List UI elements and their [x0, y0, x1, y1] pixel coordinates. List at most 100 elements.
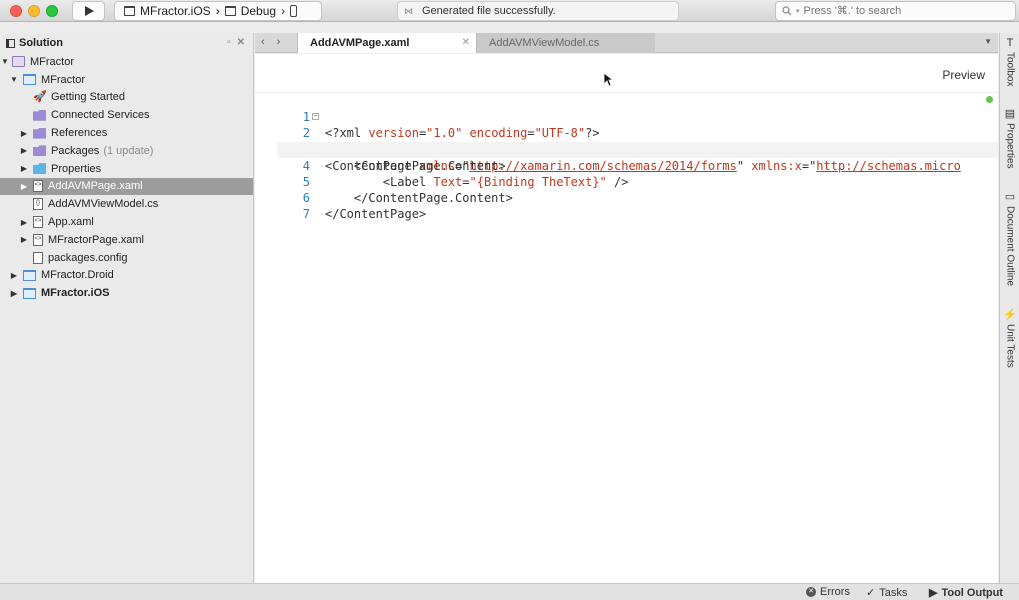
- code-line: 7: [277, 190, 998, 221]
- unit-tests-pad-button[interactable]: ⚡ Unit Tests: [1000, 309, 1019, 368]
- status-message: Generated file successfully.: [422, 5, 556, 17]
- tab-addavmviewmodel[interactable]: AddAVMViewModel.cs: [477, 33, 655, 53]
- code-editor[interactable]: Preview 1 <?xml version="1.0" encoding="…: [255, 54, 998, 583]
- expand-arrow-icon[interactable]: ▶: [20, 164, 28, 173]
- close-tab-icon[interactable]: ✕: [462, 37, 470, 48]
- solution-pad: Solution ▫ ✕ ▼ MFractor ▼ MFractor 🚀 Get…: [0, 33, 254, 583]
- search-icon: [782, 6, 792, 16]
- tree-item-project-ios[interactable]: ▶ MFractor.iOS: [0, 284, 253, 302]
- cs-file-icon: {}: [33, 198, 43, 211]
- search-input[interactable]: [803, 5, 1014, 17]
- code-line: 5 </ContentPage.Content>: [277, 158, 998, 205]
- tab-label: AddAVMPage.xaml: [310, 37, 410, 49]
- minimize-window-button[interactable]: [28, 5, 40, 17]
- tasks-pad-button[interactable]: ✓ Tasks: [866, 586, 907, 600]
- expand-arrow-icon[interactable]: ▶: [10, 271, 18, 280]
- expand-arrow-icon[interactable]: ▼: [1, 57, 9, 66]
- chevron-right-icon: ›: [281, 4, 286, 18]
- tree-item-project-mfractor[interactable]: ▼ MFractor: [0, 71, 253, 89]
- tree-item-references[interactable]: ▶ References: [0, 124, 253, 142]
- tree-item-label: MFractor: [30, 55, 74, 68]
- tree-item-label: Getting Started: [51, 91, 125, 104]
- tree-item-solution[interactable]: ▼ MFractor: [0, 53, 253, 71]
- tree-item-app-xaml[interactable]: ▶ <> App.xaml: [0, 213, 253, 231]
- solution-tree: ▼ MFractor ▼ MFractor 🚀 Getting Started …: [0, 53, 253, 302]
- navigate-back-icon[interactable]: ‹: [261, 36, 265, 48]
- tree-item-label: MFractor.iOS: [41, 287, 110, 300]
- close-pad-icon[interactable]: ✕: [237, 37, 245, 48]
- expand-arrow-icon[interactable]: ▼: [10, 75, 18, 84]
- errors-pad-button[interactable]: ✕ Errors: [806, 586, 850, 598]
- properties-icon: ▤: [1004, 108, 1016, 120]
- navigate-forward-icon[interactable]: ›: [277, 36, 281, 48]
- properties-pad-button[interactable]: ▤ Properties: [1000, 108, 1019, 169]
- code-line: 6 </ContentPage>: [277, 174, 998, 221]
- expand-arrow-icon[interactable]: ▶: [10, 289, 18, 298]
- close-window-button[interactable]: [10, 5, 22, 17]
- solution-pad-icon: [6, 38, 15, 48]
- folder-icon: [33, 127, 46, 139]
- tree-item-addavmpage[interactable]: ▶ <> AddAVMPage.xaml: [0, 177, 253, 196]
- tree-item-properties[interactable]: ▶ Properties: [0, 160, 253, 178]
- folder-icon: [33, 163, 46, 175]
- update-count: (1 update): [103, 144, 154, 157]
- maximize-window-button[interactable]: [46, 5, 58, 17]
- tab-label: AddAVMViewModel.cs: [489, 37, 600, 49]
- error-icon: ✕: [806, 587, 816, 597]
- document-outline-pad-button[interactable]: ▭ Document Outline: [1000, 191, 1019, 286]
- search-box[interactable]: ▾: [775, 1, 1016, 21]
- code-line: 1 <?xml version="1.0" encoding="UTF-8"?>: [277, 93, 998, 140]
- tree-item-mfractorpage[interactable]: ▶ <> MFractorPage.xaml: [0, 231, 253, 249]
- xaml-file-icon: <>: [33, 233, 43, 246]
- tree-item-getting-started[interactable]: 🚀 Getting Started: [0, 89, 253, 107]
- tree-item-packages-config[interactable]: packages.config: [0, 249, 253, 267]
- tree-item-label: MFractorPage.xaml: [48, 233, 144, 246]
- code-line: 3 <ContentPage.Content>: [277, 125, 998, 173]
- toolbox-pad-button[interactable]: T Toolbox: [1000, 37, 1019, 86]
- fold-toggle-icon[interactable]: −: [312, 113, 319, 121]
- lightning-icon: ⚡: [1003, 309, 1017, 321]
- expand-arrow-icon[interactable]: ▶: [20, 182, 28, 191]
- tree-item-project-droid[interactable]: ▶ MFractor.Droid: [0, 267, 253, 285]
- configuration-name: Debug: [240, 4, 277, 18]
- minimize-pad-icon[interactable]: ▫: [227, 37, 231, 48]
- tab-addavmpage[interactable]: AddAVMPage.xaml ✕: [297, 33, 477, 53]
- tree-item-label: MFractor: [41, 73, 85, 86]
- tree-item-label: AddAVMViewModel.cs: [48, 198, 159, 211]
- code-line-current: 4 <Label Text="{Binding TheText}" />: [277, 141, 998, 189]
- status-bar: ✕ Errors ✓ Tasks ▶ Tool Output: [0, 583, 1019, 600]
- rocket-icon: 🚀: [33, 90, 47, 103]
- tree-item-addavmviewmodel[interactable]: {} AddAVMViewModel.cs: [0, 195, 253, 213]
- editor-tab-bar: ‹ › AddAVMPage.xaml ✕ AddAVMViewModel.cs…: [255, 33, 998, 53]
- configuration-icon: [224, 6, 236, 16]
- chevron-right-icon: ›: [215, 4, 220, 18]
- checkmark-icon: ✓: [866, 587, 876, 599]
- tree-item-packages[interactable]: ▶ Packages (1 update): [0, 142, 253, 160]
- xaml-file-icon: <>: [33, 216, 43, 229]
- expand-arrow-icon[interactable]: ▶: [20, 129, 28, 138]
- tree-item-label: References: [51, 127, 108, 140]
- code-area[interactable]: 1 <?xml version="1.0" encoding="UTF-8"?>…: [277, 93, 998, 583]
- project-icon: [124, 6, 135, 16]
- tree-item-label: App.xaml: [48, 216, 94, 229]
- expand-arrow-icon[interactable]: ▶: [20, 146, 28, 155]
- tree-item-label: Connected Services: [51, 109, 150, 122]
- tab-list-dropdown-icon[interactable]: ▼: [984, 37, 992, 46]
- code-line: 2 − <ContentPage xmlns="http://xamarin.c…: [277, 109, 998, 173]
- run-button[interactable]: [72, 1, 105, 21]
- expand-arrow-icon[interactable]: ▶: [20, 235, 28, 244]
- expand-arrow-icon[interactable]: ▶: [20, 218, 28, 227]
- folder-icon: [33, 109, 46, 121]
- project-icon: [23, 74, 36, 86]
- tree-item-label: packages.config: [48, 251, 128, 264]
- mouse-cursor-icon: [603, 72, 613, 87]
- tree-item-label: MFractor.Droid: [41, 269, 114, 282]
- tool-output-pad-button[interactable]: ▶ Tool Output: [929, 586, 1003, 600]
- solution-pad-header: Solution ▫ ✕: [0, 33, 253, 53]
- project-icon: [23, 269, 36, 281]
- preview-button[interactable]: Preview: [942, 68, 985, 82]
- tree-item-connected-services[interactable]: Connected Services: [0, 106, 253, 124]
- device-icon: [290, 5, 298, 17]
- line-number: 7: [302, 207, 310, 222]
- configuration-selector[interactable]: MFractor.iOS › Debug ›: [114, 1, 322, 21]
